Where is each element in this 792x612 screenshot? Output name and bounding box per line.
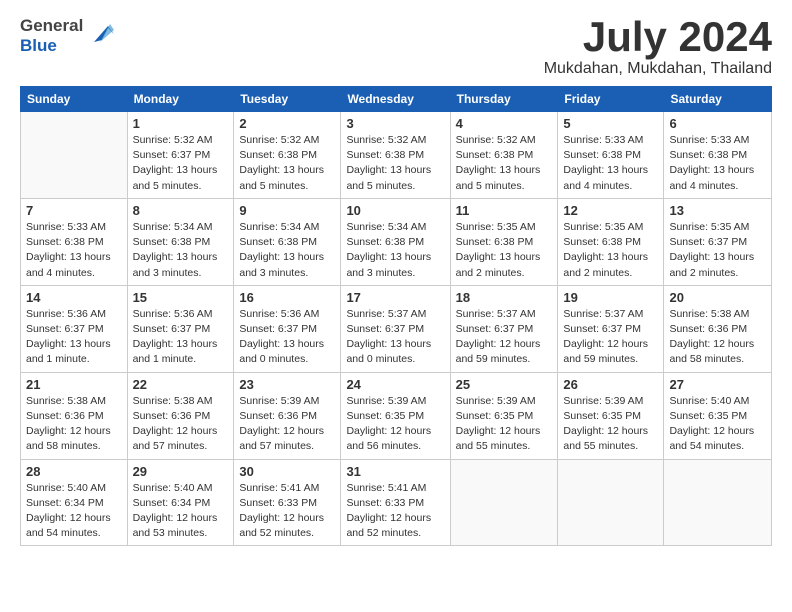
month-title: July 2024 bbox=[544, 16, 772, 58]
table-row: 12 Sunrise: 5:35 AMSunset: 6:38 PMDaylig… bbox=[558, 198, 664, 285]
table-row: 13 Sunrise: 5:35 AMSunset: 6:37 PMDaylig… bbox=[664, 198, 772, 285]
table-row: 9 Sunrise: 5:34 AMSunset: 6:38 PMDayligh… bbox=[234, 198, 341, 285]
header-thursday: Thursday bbox=[450, 87, 558, 112]
header: General Blue July 2024 Mukdahan, Mukdaha… bbox=[20, 16, 772, 78]
table-row: 11 Sunrise: 5:35 AMSunset: 6:38 PMDaylig… bbox=[450, 198, 558, 285]
table-row bbox=[558, 459, 664, 546]
table-row: 23 Sunrise: 5:39 AMSunset: 6:36 PMDaylig… bbox=[234, 372, 341, 459]
table-row: 2 Sunrise: 5:32 AMSunset: 6:38 PMDayligh… bbox=[234, 112, 341, 199]
header-wednesday: Wednesday bbox=[341, 87, 450, 112]
table-row: 14 Sunrise: 5:36 AMSunset: 6:37 PMDaylig… bbox=[21, 285, 128, 372]
table-row: 18 Sunrise: 5:37 AMSunset: 6:37 PMDaylig… bbox=[450, 285, 558, 372]
table-row: 20 Sunrise: 5:38 AMSunset: 6:36 PMDaylig… bbox=[664, 285, 772, 372]
table-row: 29 Sunrise: 5:40 AMSunset: 6:34 PMDaylig… bbox=[127, 459, 234, 546]
header-tuesday: Tuesday bbox=[234, 87, 341, 112]
header-friday: Friday bbox=[558, 87, 664, 112]
table-row: 6 Sunrise: 5:33 AMSunset: 6:38 PMDayligh… bbox=[664, 112, 772, 199]
table-row: 28 Sunrise: 5:40 AMSunset: 6:34 PMDaylig… bbox=[21, 459, 128, 546]
table-row: 5 Sunrise: 5:33 AMSunset: 6:38 PMDayligh… bbox=[558, 112, 664, 199]
table-row: 24 Sunrise: 5:39 AMSunset: 6:35 PMDaylig… bbox=[341, 372, 450, 459]
logo-text: General Blue bbox=[20, 16, 83, 56]
table-row: 15 Sunrise: 5:36 AMSunset: 6:37 PMDaylig… bbox=[127, 285, 234, 372]
logo: General Blue bbox=[20, 16, 116, 56]
table-row: 16 Sunrise: 5:36 AMSunset: 6:37 PMDaylig… bbox=[234, 285, 341, 372]
table-row: 22 Sunrise: 5:38 AMSunset: 6:36 PMDaylig… bbox=[127, 372, 234, 459]
table-row: 3 Sunrise: 5:32 AMSunset: 6:38 PMDayligh… bbox=[341, 112, 450, 199]
header-monday: Monday bbox=[127, 87, 234, 112]
logo-icon bbox=[86, 18, 116, 46]
calendar-table: Sunday Monday Tuesday Wednesday Thursday… bbox=[20, 86, 772, 546]
table-row: 21 Sunrise: 5:38 AMSunset: 6:36 PMDaylig… bbox=[21, 372, 128, 459]
table-row: 27 Sunrise: 5:40 AMSunset: 6:35 PMDaylig… bbox=[664, 372, 772, 459]
table-row: 4 Sunrise: 5:32 AMSunset: 6:38 PMDayligh… bbox=[450, 112, 558, 199]
header-sunday: Sunday bbox=[21, 87, 128, 112]
logo-blue: Blue bbox=[20, 36, 57, 55]
table-row: 1 Sunrise: 5:32 AMSunset: 6:37 PMDayligh… bbox=[127, 112, 234, 199]
table-row bbox=[21, 112, 128, 199]
logo-general: General bbox=[20, 16, 83, 35]
header-saturday: Saturday bbox=[664, 87, 772, 112]
table-row bbox=[450, 459, 558, 546]
table-row: 25 Sunrise: 5:39 AMSunset: 6:35 PMDaylig… bbox=[450, 372, 558, 459]
table-row: 19 Sunrise: 5:37 AMSunset: 6:37 PMDaylig… bbox=[558, 285, 664, 372]
table-row bbox=[664, 459, 772, 546]
table-row: 30 Sunrise: 5:41 AMSunset: 6:33 PMDaylig… bbox=[234, 459, 341, 546]
weekday-header-row: Sunday Monday Tuesday Wednesday Thursday… bbox=[21, 87, 772, 112]
title-section: July 2024 Mukdahan, Mukdahan, Thailand bbox=[544, 16, 772, 78]
table-row: 7 Sunrise: 5:33 AMSunset: 6:38 PMDayligh… bbox=[21, 198, 128, 285]
table-row: 10 Sunrise: 5:34 AMSunset: 6:38 PMDaylig… bbox=[341, 198, 450, 285]
table-row: 17 Sunrise: 5:37 AMSunset: 6:37 PMDaylig… bbox=[341, 285, 450, 372]
table-row: 31 Sunrise: 5:41 AMSunset: 6:33 PMDaylig… bbox=[341, 459, 450, 546]
table-row: 8 Sunrise: 5:34 AMSunset: 6:38 PMDayligh… bbox=[127, 198, 234, 285]
calendar-page: General Blue July 2024 Mukdahan, Mukdaha… bbox=[0, 0, 792, 566]
location-title: Mukdahan, Mukdahan, Thailand bbox=[544, 60, 772, 78]
table-row: 26 Sunrise: 5:39 AMSunset: 6:35 PMDaylig… bbox=[558, 372, 664, 459]
